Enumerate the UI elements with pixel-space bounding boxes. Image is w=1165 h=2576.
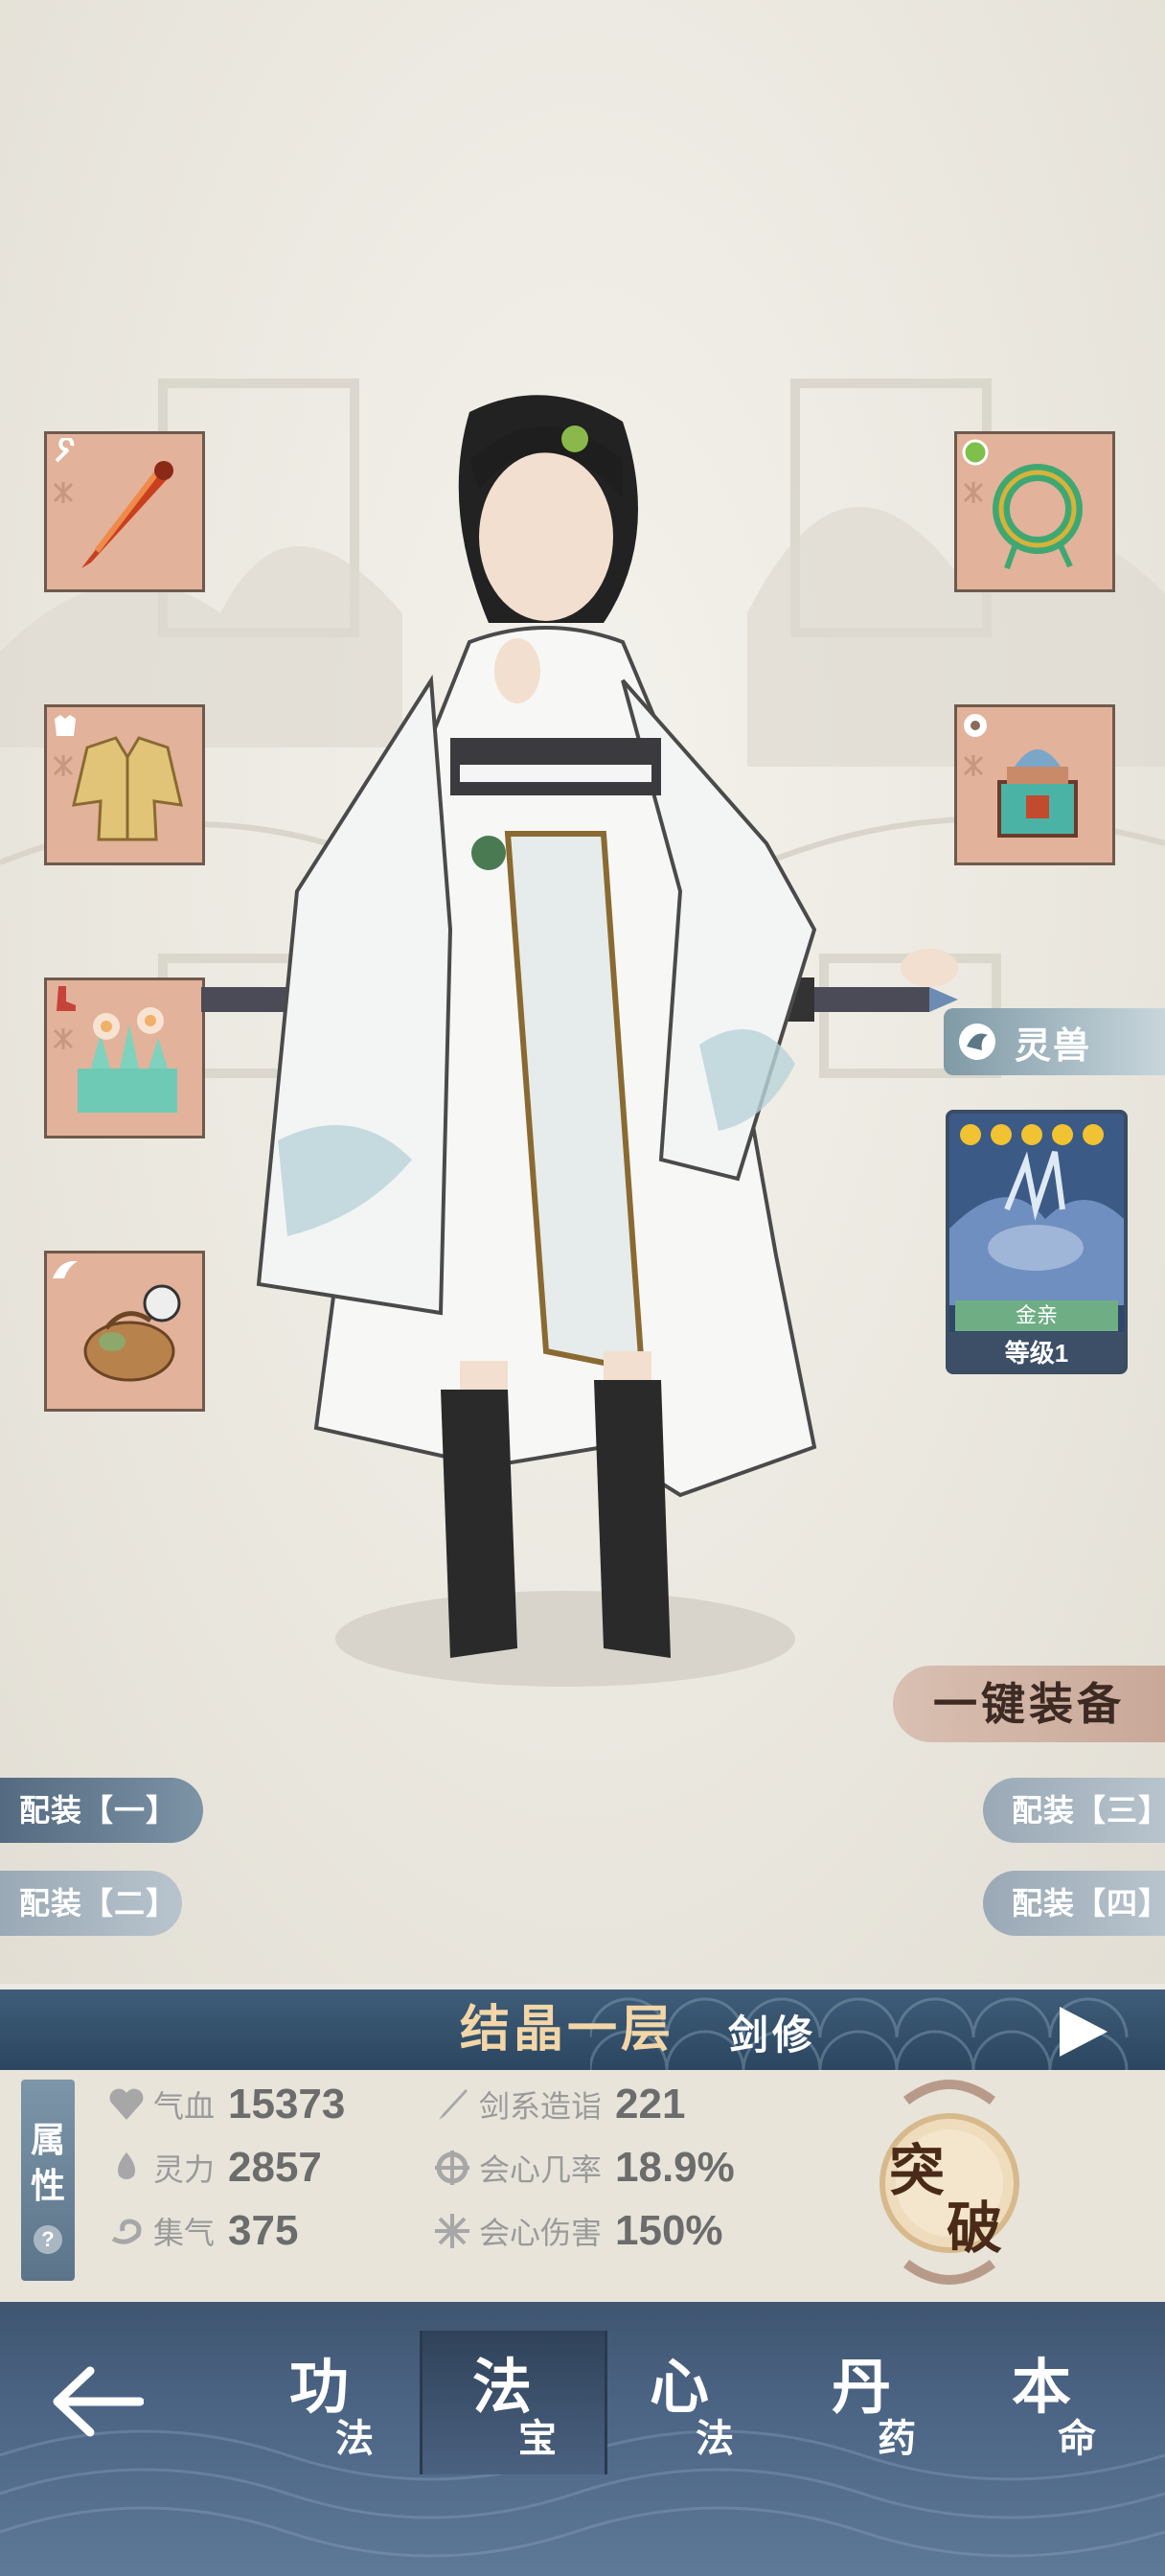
- spirit-beast-card[interactable]: 金亲 等级1: [946, 1110, 1128, 1374]
- tab-mind-arts[interactable]: 心 法: [600, 2331, 782, 2474]
- character-illustration: [201, 395, 958, 1687]
- heart-icon: [109, 2088, 144, 2120]
- help-icon[interactable]: ?: [34, 2225, 62, 2254]
- stat-crit-damage: 会心伤害 150%: [433, 2204, 723, 2258]
- equip-slot-boots[interactable]: [44, 978, 205, 1138]
- stat-spirit: 灵力 2857: [107, 2141, 322, 2195]
- equip-slot-pendant[interactable]: [954, 704, 1115, 865]
- equip-slot-ring[interactable]: [954, 431, 1115, 592]
- cauldron-icon: [997, 749, 1078, 838]
- back-arrow-icon[interactable]: [52, 2365, 144, 2438]
- breakthrough-label-2: 破: [947, 2197, 1003, 2260]
- loadout-3-button[interactable]: 配装【三】: [983, 1778, 1165, 1843]
- loadout-2-button[interactable]: 配装【二】: [0, 1871, 182, 1936]
- spirit-beast-tab[interactable]: 灵兽: [944, 1008, 1165, 1075]
- attributes-tab-label-1: 属: [30, 2120, 65, 2159]
- realm-level: 结晶一层: [460, 2002, 675, 2058]
- beast-icon: [959, 1024, 995, 1060]
- play-icon[interactable]: [1054, 2003, 1111, 2060]
- stat-crit-rate: 会心几率 18.9%: [433, 2141, 735, 2195]
- bottom-nav: 功 法 法 宝 心 法 丹 药 本 命: [0, 2302, 1165, 2576]
- beast-level-label: 等级1: [949, 1332, 1124, 1370]
- tab-natal[interactable]: 本 命: [962, 2331, 1144, 2474]
- flame-icon: [118, 2152, 135, 2179]
- equip-slot-accessory[interactable]: [44, 1251, 205, 1412]
- beast-bond-label: 金亲: [955, 1300, 1118, 1331]
- attributes-tab-label-2: 性: [30, 2166, 65, 2205]
- swirl-icon: [111, 2219, 142, 2244]
- crit-icon: [435, 2150, 469, 2185]
- pouch-icon: [83, 1284, 181, 1382]
- loadout-4-button[interactable]: 配装【四】: [983, 1871, 1165, 1936]
- loadout-1-button[interactable]: 配装【一】: [0, 1778, 203, 1843]
- cultivation-class: 剑修: [728, 2012, 817, 2058]
- spark-icon: [435, 2214, 469, 2248]
- tab-elixirs[interactable]: 丹 药: [782, 2331, 964, 2474]
- tab-treasures[interactable]: 法 宝: [420, 2331, 607, 2474]
- spirit-beast-label: 灵兽: [1015, 1025, 1092, 1067]
- robe-icon: [72, 736, 183, 841]
- realm-bar: 结晶一层 剑修: [0, 1990, 1165, 2070]
- tab-techniques[interactable]: 功 法: [240, 2331, 422, 2474]
- stat-hp: 气血 15373: [107, 2078, 345, 2131]
- breakthrough-button[interactable]: 突 破: [868, 2072, 1031, 2292]
- lotus-icon: [78, 1007, 177, 1113]
- sword-icon: [81, 461, 173, 568]
- one-key-equip-button[interactable]: 一键装备: [893, 1666, 1165, 1742]
- stat-gather: 集气 375: [107, 2204, 298, 2258]
- sword-icon: [439, 2089, 468, 2120]
- jade-ring-icon: [993, 464, 1083, 570]
- stat-sword-mastery: 剑系造诣 221: [433, 2078, 685, 2131]
- attributes-tab[interactable]: 属 性 ?: [21, 2080, 75, 2281]
- equip-slot-weapon[interactable]: [44, 431, 205, 592]
- beast-portrait: [949, 1114, 1124, 1305]
- breakthrough-label-1: 突: [889, 2140, 946, 2202]
- equip-slot-robe[interactable]: [44, 704, 205, 865]
